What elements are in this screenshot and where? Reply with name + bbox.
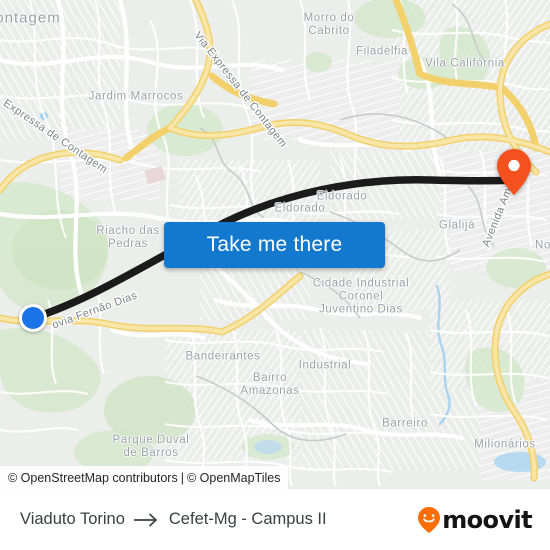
moovit-trip-map-screen: ontagem Jardim Marrocos Morro do Cabrito Fi… — [0, 0, 550, 550]
attribution-osm[interactable]: © OpenStreetMap contributors — [8, 471, 178, 485]
origin-marker[interactable] — [19, 304, 47, 332]
moovit-wordmark: moovit — [442, 505, 532, 534]
attribution-separator: | — [180, 470, 184, 485]
moovit-pin-icon — [418, 506, 441, 533]
footer-bar: Viaduto Torino Cefet-Mg - Campus II moov… — [0, 489, 550, 550]
map-canvas[interactable]: ontagem Jardim Marrocos Morro do Cabrito Fi… — [0, 0, 550, 489]
moovit-logo[interactable]: moovit — [418, 505, 533, 534]
footer-destination-label: Cefet-Mg - Campus II — [168, 510, 327, 528]
map-attribution: © OpenStreetMap contributors | © OpenMap… — [0, 466, 289, 489]
attribution-tiles[interactable]: © OpenMapTiles — [187, 471, 281, 485]
destination-pin-icon[interactable] — [497, 149, 531, 195]
arrow-right-icon — [133, 513, 160, 527]
take-me-there-button[interactable]: Take me there — [164, 222, 385, 268]
route-title: Viaduto Torino Cefet-Mg - Campus II — [20, 510, 327, 529]
footer-origin-label: Viaduto Torino — [20, 510, 125, 528]
